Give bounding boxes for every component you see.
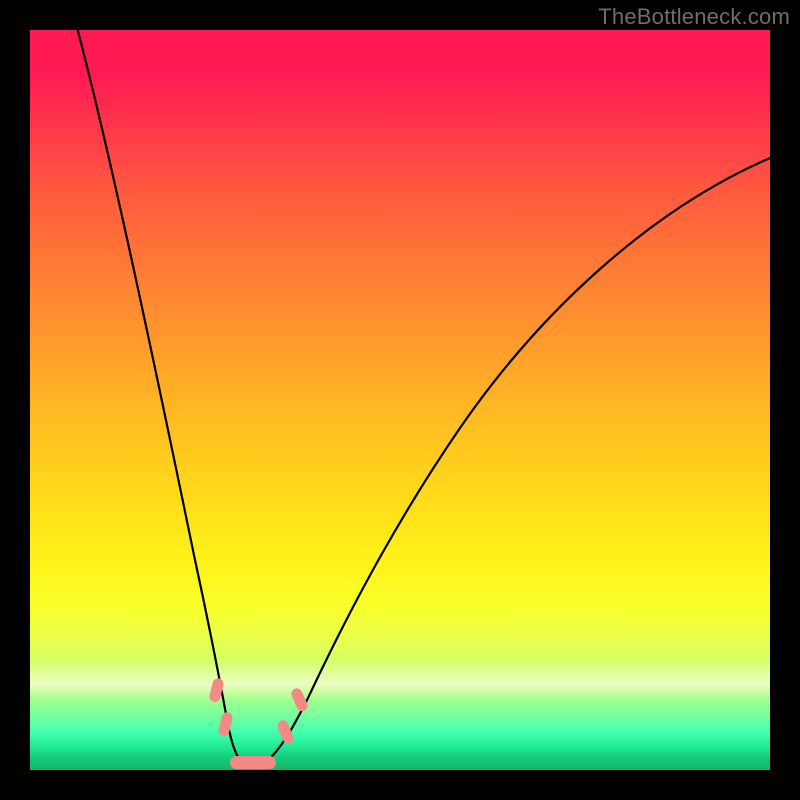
curve-right-branch <box>266 158 770 762</box>
curve-left-branch <box>75 30 242 762</box>
bottleneck-curve-svg <box>30 30 770 770</box>
chart-frame: TheBottleneck.com <box>0 0 800 800</box>
marker-left-lower <box>217 711 233 737</box>
marker-bottom <box>230 756 276 769</box>
plot-area <box>30 30 770 770</box>
watermark-text: TheBottleneck.com <box>598 4 790 30</box>
marker-right-lower <box>276 719 295 745</box>
